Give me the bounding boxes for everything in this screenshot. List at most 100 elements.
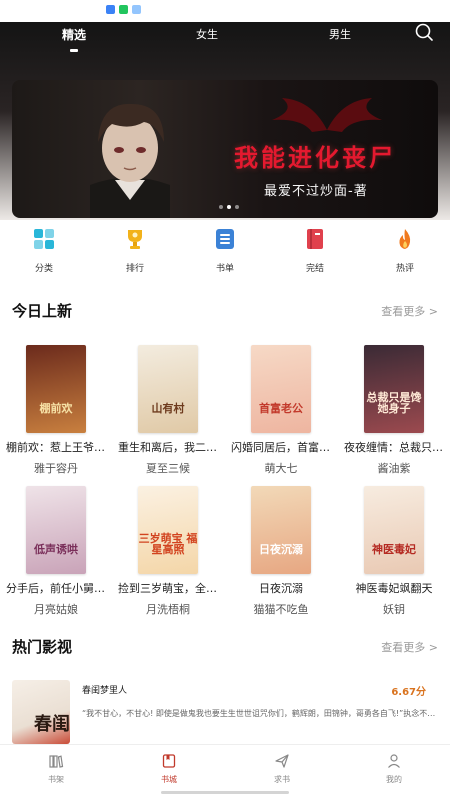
book-item[interactable]: 首富老公闪婚同居后，首富老公宠妻萌大七 bbox=[231, 345, 331, 476]
cover-title: 首富老公 bbox=[259, 402, 303, 416]
section-title: 热门影视 bbox=[12, 638, 73, 656]
book-cover: 总裁只是馋她身子 bbox=[364, 345, 424, 433]
user-icon bbox=[386, 753, 402, 769]
cover-title: 低声诱哄 bbox=[34, 543, 78, 557]
book-title: 夜夜缠情：总裁只是馋她身子 bbox=[344, 441, 444, 454]
book-author: 猫猫不吃鱼 bbox=[253, 603, 309, 616]
nav-label: 书城 bbox=[161, 775, 177, 784]
video-score: 6.67分 bbox=[391, 687, 426, 698]
notification-icon bbox=[119, 5, 128, 14]
nav-label: 我的 bbox=[386, 775, 402, 784]
category-shortcuts: 分类 排行 书单 完结 热评 bbox=[0, 226, 450, 286]
category-label: 排行 bbox=[125, 264, 144, 274]
bat-emblem-icon bbox=[272, 98, 382, 132]
book-author: 月洗梧桐 bbox=[146, 603, 190, 616]
carousel-dot bbox=[235, 205, 239, 209]
category-label: 完结 bbox=[305, 264, 324, 274]
send-icon bbox=[274, 753, 290, 769]
book-title: 神医毒妃飒翻天 bbox=[355, 582, 433, 595]
status-bar bbox=[0, 0, 450, 22]
carousel-indicator bbox=[219, 205, 239, 209]
banner-title: 我能进化丧尸 bbox=[234, 143, 396, 172]
book-author: 妖钥 bbox=[383, 603, 405, 616]
category-label: 书单 bbox=[215, 264, 234, 274]
video-item[interactable]: 春闺 春闺梦里人 6.67分 “我不甘心，不甘心! 即使是做鬼我也要生生世世诅咒… bbox=[12, 680, 438, 744]
book-title: 分手后，前任小舅对我低声诱哄 bbox=[6, 582, 106, 595]
book-item[interactable]: 棚前欢棚前欢：惹上王爷插翅难逃雅于容丹 bbox=[6, 345, 106, 476]
cover-title: 三岁萌宝 福星高照 bbox=[138, 531, 198, 557]
category-completed[interactable]: 完结 bbox=[285, 226, 345, 274]
cover-title: 棚前欢 bbox=[39, 402, 73, 416]
thumbnail-title: 春闺 bbox=[34, 714, 70, 735]
carousel-dot bbox=[227, 205, 231, 209]
notification-icon bbox=[132, 5, 141, 14]
video-thumbnail: 春闺 bbox=[12, 680, 70, 744]
book-title: 日夜沉溺 bbox=[259, 582, 303, 595]
nav-request-book[interactable]: 求书 bbox=[262, 753, 302, 785]
book-author: 夏至三候 bbox=[146, 462, 190, 475]
book-cover: 神医毒妃 bbox=[364, 486, 424, 574]
notification-icon bbox=[106, 5, 115, 14]
hero-header: 精选 女生 男生 我能进化丧尸 最爱不过炒面-著 bbox=[0, 22, 450, 220]
nav-label: 求书 bbox=[274, 775, 290, 784]
book-cover: 低声诱哄 bbox=[26, 486, 86, 574]
cover-title: 总裁只是馋她身子 bbox=[366, 390, 422, 416]
tab-active-indicator bbox=[70, 49, 78, 52]
top-tabs: 精选 女生 男生 bbox=[0, 22, 450, 72]
nav-bookshelf[interactable]: 书架 bbox=[36, 753, 76, 785]
fire-icon bbox=[392, 226, 418, 252]
book-item[interactable]: 低声诱哄分手后，前任小舅对我低声诱哄月亮姑娘 bbox=[6, 486, 106, 617]
search-icon[interactable] bbox=[414, 22, 434, 42]
bookstore-icon bbox=[161, 753, 177, 769]
category-label: 热评 bbox=[395, 264, 414, 274]
banner-carousel[interactable]: 我能进化丧尸 最爱不过炒面-著 bbox=[12, 80, 438, 218]
book-item[interactable]: 总裁只是馋她身子夜夜缠情：总裁只是馋她身子酱油紫 bbox=[344, 345, 444, 476]
book-cover: 三岁萌宝 福星高照 bbox=[138, 486, 198, 574]
nav-label: 书架 bbox=[48, 775, 64, 784]
category-booklist[interactable]: 书单 bbox=[195, 226, 255, 274]
book-title: 重生和离后，我二婚当皇后 bbox=[118, 441, 218, 454]
category-classify[interactable]: 分类 bbox=[14, 226, 74, 274]
book-title: 闪婚同居后，首富老公宠妻 bbox=[231, 441, 331, 454]
video-description: “我不甘心，不甘心! 即使是做鬼我也要生生世世诅咒你们，鹤辉朗，田锦钟，哥勇各自… bbox=[82, 709, 436, 718]
book-item[interactable]: 山有村重生和离后，我二婚当皇后夏至三候 bbox=[118, 345, 218, 476]
book-cover: 棚前欢 bbox=[26, 345, 86, 433]
book-title: 捡到三岁萌宝，全家福星高照 bbox=[118, 582, 218, 595]
carousel-dot bbox=[219, 205, 223, 209]
grid-icon bbox=[31, 226, 57, 252]
new-today-header: 今日上新 查看更多 > bbox=[0, 300, 450, 324]
book-item[interactable]: 日夜沉溺 日夜沉溺 猫猫不吃鱼 bbox=[231, 486, 331, 617]
home-indicator bbox=[161, 791, 289, 794]
nav-profile[interactable]: 我的 bbox=[374, 753, 414, 785]
cover-title: 山有村 bbox=[151, 402, 185, 416]
book-item[interactable]: 神医毒妃神医毒妃飒翻天 妖钥 bbox=[344, 486, 444, 617]
category-label: 分类 bbox=[34, 264, 53, 274]
video-title: 春闺梦里人 bbox=[82, 686, 128, 696]
book-cover: 日夜沉溺 bbox=[251, 486, 311, 574]
banner-illustration bbox=[90, 103, 170, 218]
view-more-link[interactable]: 查看更多 > bbox=[381, 639, 438, 655]
book-title: 棚前欢：惹上王爷插翅难逃 bbox=[6, 441, 106, 454]
book-author: 月亮姑娘 bbox=[34, 603, 78, 616]
banner-author: 最爱不过炒面-著 bbox=[264, 184, 368, 199]
trophy-icon bbox=[122, 226, 148, 252]
category-hot-reviews[interactable]: 热评 bbox=[375, 226, 435, 274]
tab-featured[interactable]: 精选 bbox=[62, 26, 86, 43]
view-more-link[interactable]: 查看更多 > bbox=[381, 303, 438, 319]
cover-title: 日夜沉溺 bbox=[259, 543, 303, 557]
book-item[interactable]: 三岁萌宝 福星高照捡到三岁萌宝，全家福星高照月洗梧桐 bbox=[118, 486, 218, 617]
cover-title: 神医毒妃 bbox=[372, 543, 416, 557]
section-title: 今日上新 bbox=[12, 302, 73, 320]
nav-bookstore[interactable]: 书城 bbox=[149, 753, 189, 785]
book-icon bbox=[302, 226, 328, 252]
book-cover: 山有村 bbox=[138, 345, 198, 433]
category-ranking[interactable]: 排行 bbox=[105, 226, 165, 274]
book-author: 萌大七 bbox=[264, 462, 298, 475]
book-cover: 首富老公 bbox=[251, 345, 311, 433]
hot-video-header: 热门影视 查看更多 > bbox=[0, 636, 450, 660]
tab-male[interactable]: 男生 bbox=[329, 26, 351, 42]
bookshelf-icon bbox=[48, 753, 64, 769]
status-icons bbox=[106, 5, 141, 14]
tab-female[interactable]: 女生 bbox=[196, 26, 218, 42]
book-author: 雅于容丹 bbox=[34, 462, 78, 475]
